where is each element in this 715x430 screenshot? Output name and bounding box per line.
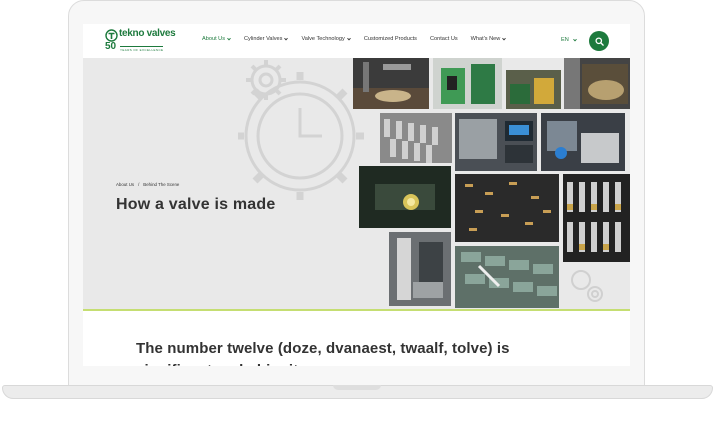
nav-item-label: Contact Us xyxy=(429,36,458,42)
photo-machined-blocks xyxy=(455,246,559,308)
breadcrumb: About Us / Behind The Scene xyxy=(116,182,183,187)
photo-leak-test xyxy=(359,166,451,228)
main-nav: About Us Cylinder Valves Valve Technolog… xyxy=(202,36,519,42)
nav-item-label: Customized Products xyxy=(363,36,417,42)
chevron-down-icon xyxy=(502,37,507,41)
nav-contact-us[interactable]: Contact Us xyxy=(430,36,458,42)
photo-green-press xyxy=(433,58,502,109)
hero-divider xyxy=(83,309,630,311)
photo-valve-array xyxy=(380,113,452,163)
breadcrumb-current: Behind The Scene xyxy=(143,182,180,187)
chevron-down-icon xyxy=(284,37,289,41)
search-icon xyxy=(594,36,604,46)
page-title: How a valve is made xyxy=(116,196,276,213)
nav-customized-products[interactable]: Customized Products xyxy=(364,36,417,42)
nav-about-us[interactable]: About Us xyxy=(202,36,231,42)
brand-anniversary: 50 xyxy=(105,41,117,52)
nav-valve-technology[interactable]: Valve Technology xyxy=(301,36,351,42)
photo-valve-rows xyxy=(563,174,630,262)
brand-name: tekno valves xyxy=(119,28,176,39)
nav-item-label: Cylinder Valves xyxy=(244,36,283,42)
chevron-down-icon xyxy=(346,37,351,41)
photo-valve-bodies xyxy=(353,58,429,109)
nav-cylinder-valves[interactable]: Cylinder Valves xyxy=(244,36,289,42)
brand-tagline: YEARS OF EXCELLENCE xyxy=(120,46,164,52)
nav-item-label: Valve Technology xyxy=(301,36,345,42)
nav-whats-new[interactable]: What's New xyxy=(471,36,507,42)
gear-icon xyxy=(571,270,603,302)
section-heading: The number twelve (doze, dvanaest, twaal… xyxy=(136,340,510,366)
photo-brass-bin xyxy=(564,58,630,109)
browser-viewport: tekno valves 50 YEARS OF EXCELLENCE Abou… xyxy=(83,24,630,366)
photo-assembly-station xyxy=(541,113,625,171)
language-selector[interactable]: EN xyxy=(561,37,577,43)
nav-item-label: About Us xyxy=(202,36,226,42)
photo-brass-parts xyxy=(455,174,559,242)
breadcrumb-separator: / xyxy=(138,182,140,187)
chevron-down-icon xyxy=(572,38,577,42)
site-header: tekno valves 50 YEARS OF EXCELLENCE Abou… xyxy=(83,24,630,58)
photo-machine-yellow xyxy=(506,70,561,109)
photo-testing-rig xyxy=(389,232,451,306)
chevron-down-icon xyxy=(227,37,231,41)
hero-banner: About Us / Behind The Scene How a valve is… xyxy=(83,58,630,310)
language-label: EN xyxy=(561,37,569,43)
photo-cnc-panel xyxy=(455,113,537,171)
brand-logo[interactable]: tekno valves 50 YEARS OF EXCELLENCE xyxy=(105,28,176,53)
search-button[interactable] xyxy=(589,31,609,51)
breadcrumb-link-about-us[interactable]: About Us xyxy=(116,182,134,187)
nav-item-label: What's New xyxy=(470,36,501,42)
laptop-notch xyxy=(333,385,381,390)
